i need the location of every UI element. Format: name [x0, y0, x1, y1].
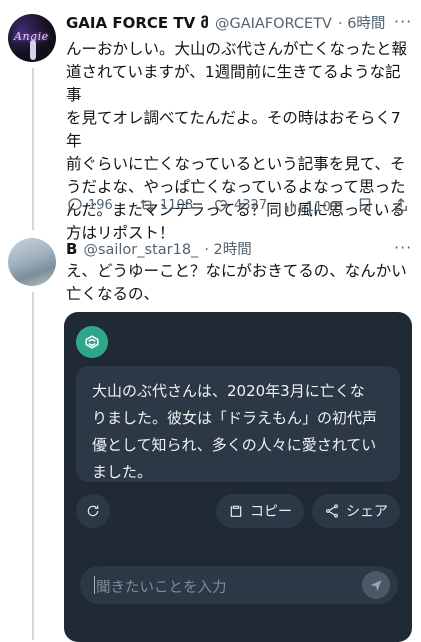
reply-icon [67, 198, 82, 212]
handle[interactable]: @sailor_star18_ [83, 242, 198, 258]
question-input[interactable]: 聞きたいことを入力 [80, 566, 398, 604]
timestamp[interactable]: · 6時間 [338, 12, 385, 33]
bookmark-button[interactable] [356, 196, 374, 214]
tweet-header: GAIA FORCE TV მ @GAIAFORCETV · 6時間 [66, 12, 385, 33]
send-icon [370, 580, 382, 591]
send-button[interactable] [362, 571, 390, 599]
reply-button[interactable]: 196 [66, 196, 113, 214]
share-label: シェア [346, 504, 388, 520]
regenerate-button[interactable] [76, 494, 110, 528]
answer-bubble: 大山のぶ代さんは、2020年3月に亡くな りました。彼女は「ドラえもん」の初代声… [76, 366, 400, 482]
repost-icon [140, 199, 154, 211]
assistant-card: 大山のぶ代さんは、2020年3月に亡くな りました。彼女は「ドラえもん」の初代声… [64, 312, 412, 642]
avatar[interactable]: Angie [8, 14, 56, 62]
copy-label: コピー [250, 504, 292, 520]
refresh-icon [87, 505, 99, 517]
view-count: 110万 [306, 200, 344, 215]
share-icon [395, 198, 407, 211]
heart-icon [215, 199, 227, 212]
views-chart-icon [287, 200, 300, 212]
copy-button[interactable]: コピー [216, 494, 304, 528]
display-name[interactable]: B [66, 240, 77, 258]
tweet-header: B @sailor_star18_ · 2時間 [66, 238, 252, 259]
text-cursor [94, 576, 95, 594]
like-button[interactable]: 4327 [212, 196, 267, 214]
repost-button[interactable]: 1108 [138, 196, 193, 214]
avatar[interactable] [8, 238, 56, 286]
tweet-text: え、どうゆーこと？なにがおきてるの、なんかい 亡くなるの、 [66, 262, 407, 303]
more-options-icon[interactable]: ··· [394, 12, 412, 31]
like-count: 4327 [234, 197, 268, 213]
share-button[interactable]: シェア [312, 494, 400, 528]
answer-text: 大山のぶ代さんは、2020年3月に亡くな りました。彼女は「ドラえもん」の初代声… [92, 382, 378, 481]
repost-count: 1108 [160, 197, 194, 213]
views-button[interactable]: 110万 [284, 196, 344, 215]
input-placeholder: 聞きたいことを入力 [96, 580, 227, 596]
thread-line [32, 68, 34, 230]
share-nodes-icon [326, 504, 338, 518]
more-options-icon[interactable]: ··· [394, 238, 412, 257]
reply-count: 196 [88, 197, 113, 213]
clipboard-icon [230, 505, 242, 517]
handle[interactable]: @GAIAFORCETV [215, 16, 332, 32]
display-name[interactable]: GAIA FORCE TV მ [66, 14, 209, 32]
timestamp[interactable]: · 2時間 [204, 238, 251, 259]
share-button[interactable] [392, 196, 410, 214]
thread-line [32, 292, 34, 640]
assistant-logo-icon [76, 326, 108, 358]
bookmark-icon [359, 198, 371, 213]
